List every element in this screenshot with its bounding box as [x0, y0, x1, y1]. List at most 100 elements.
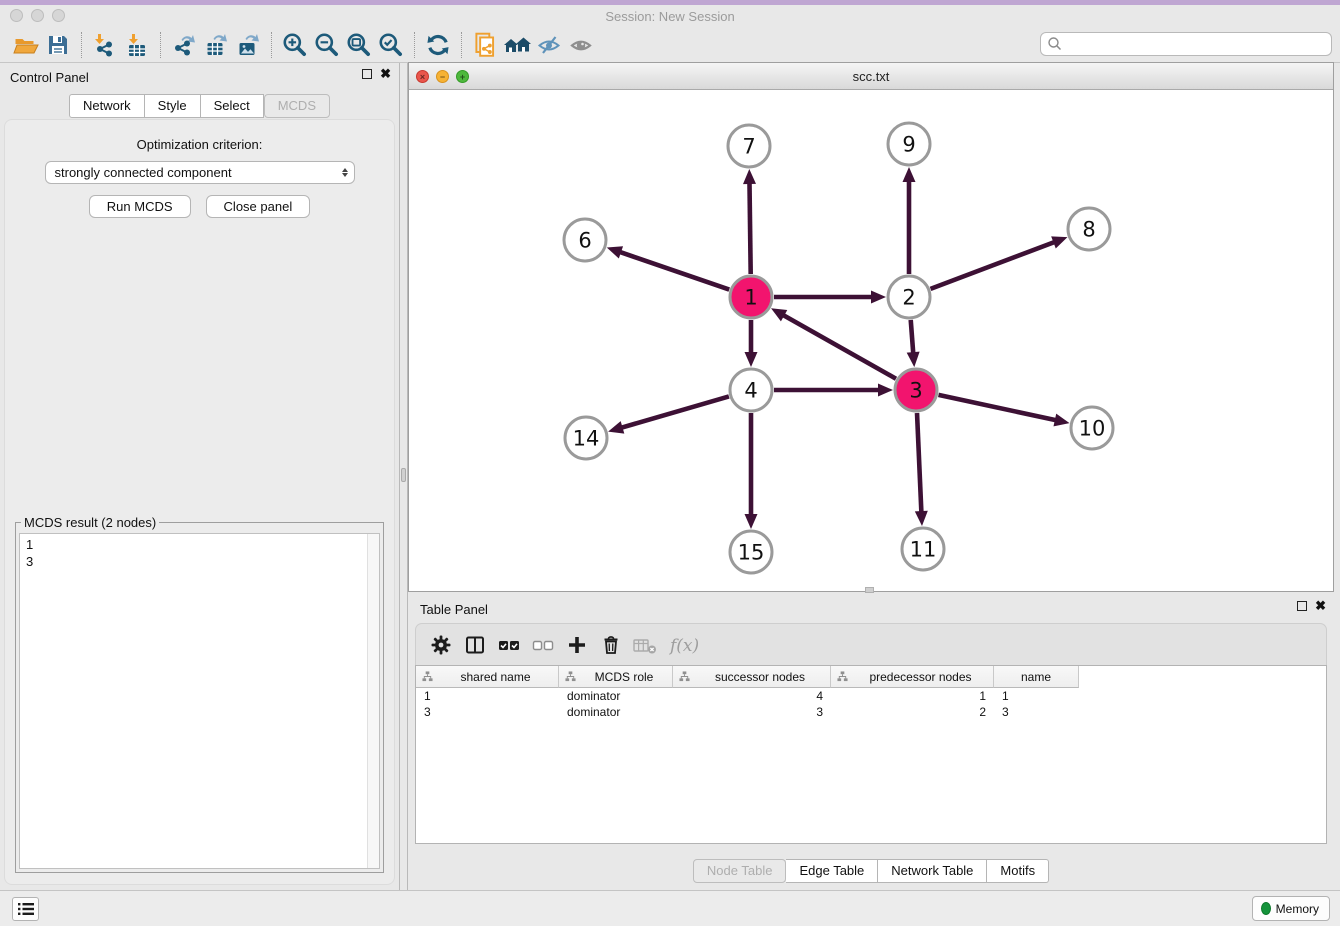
- zoom-fit-button[interactable]: [343, 30, 375, 60]
- table-cell[interactable]: 1: [416, 688, 559, 704]
- first-neighbors-button[interactable]: [501, 30, 533, 60]
- column-header-predecessor-nodes[interactable]: predecessor nodes: [831, 666, 994, 688]
- search-box[interactable]: [1040, 32, 1332, 56]
- tab-mcds[interactable]: MCDS: [264, 94, 330, 118]
- status-bar: Memory: [0, 890, 1340, 926]
- node-label: 11: [910, 538, 937, 562]
- tab-network[interactable]: Network: [69, 94, 145, 118]
- edge-2-8[interactable]: [931, 242, 1056, 289]
- delete-table-button[interactable]: [630, 630, 660, 660]
- graph-node-10[interactable]: 10: [1071, 407, 1113, 449]
- graph-node-11[interactable]: 11: [902, 528, 944, 570]
- open-file-button[interactable]: [10, 30, 42, 60]
- table-row[interactable]: 3dominator323: [416, 704, 1326, 720]
- splitter-handle[interactable]: [401, 468, 406, 482]
- graph-node-6[interactable]: 6: [564, 219, 606, 261]
- search-input[interactable]: [1063, 35, 1331, 53]
- zoom-selected-button[interactable]: [375, 30, 407, 60]
- import-network-button[interactable]: [89, 30, 121, 60]
- eye-slash-icon: [535, 32, 563, 58]
- table-cell[interactable]: 2: [831, 704, 994, 720]
- zoom-fit-icon: [345, 31, 373, 59]
- column-header-MCDS-role[interactable]: MCDS role: [559, 666, 673, 688]
- graph-node-1[interactable]: 1: [730, 276, 772, 318]
- table-row[interactable]: 1dominator411: [416, 688, 1326, 704]
- tab-node-table[interactable]: Node Table: [693, 859, 787, 883]
- save-session-button[interactable]: [42, 30, 74, 60]
- table-cell[interactable]: 4: [673, 688, 831, 704]
- result-scrollbar[interactable]: [367, 534, 379, 868]
- show-all-button[interactable]: [565, 30, 597, 60]
- graph-node-2[interactable]: 2: [888, 276, 930, 318]
- criterion-select[interactable]: strongly connected component: [45, 161, 355, 184]
- table-settings-button[interactable]: [426, 630, 456, 660]
- canvas-splitter-handle[interactable]: [865, 587, 874, 593]
- table-cell[interactable]: 1: [831, 688, 994, 704]
- tab-edge-table[interactable]: Edge Table: [786, 859, 878, 883]
- mcds-result-line: 1: [26, 536, 379, 553]
- graph-node-3[interactable]: 3: [895, 369, 937, 411]
- edge-1-6[interactable]: [619, 252, 729, 290]
- network-window-titlebar[interactable]: × − + scc.txt: [409, 63, 1333, 90]
- table-cell[interactable]: 3: [994, 704, 1079, 720]
- edge-1-7[interactable]: [749, 182, 750, 274]
- show-column-panel-button[interactable]: [460, 630, 490, 660]
- edge-3-10[interactable]: [938, 395, 1056, 421]
- unselect-all-columns-button[interactable]: [528, 630, 558, 660]
- graph-node-14[interactable]: 14: [565, 417, 607, 459]
- graph-node-4[interactable]: 4: [730, 369, 772, 411]
- delete-table-icon: [632, 634, 658, 656]
- table-cell[interactable]: 3: [673, 704, 831, 720]
- graph-node-15[interactable]: 15: [730, 531, 772, 573]
- export-image-button[interactable]: [232, 30, 264, 60]
- run-mcds-button[interactable]: Run MCDS: [89, 195, 191, 218]
- export-network-button[interactable]: [168, 30, 200, 60]
- function-builder-button[interactable]: f(x): [664, 630, 708, 660]
- task-history-button[interactable]: [12, 897, 39, 921]
- toolbar-separator: [81, 32, 82, 58]
- table-cell[interactable]: 1: [994, 688, 1079, 704]
- zoom-selected-icon: [377, 31, 405, 59]
- select-all-columns-button[interactable]: [494, 630, 524, 660]
- graph-node-8[interactable]: 8: [1068, 208, 1110, 250]
- network-canvas[interactable]: 1 2 3 4 6 7 8 9 10 11 14 15: [409, 90, 1333, 591]
- export-table-button[interactable]: [200, 30, 232, 60]
- graph-node-7[interactable]: 7: [728, 125, 770, 167]
- new-network-from-selection-button[interactable]: [469, 30, 501, 60]
- zoom-in-button[interactable]: [279, 30, 311, 60]
- node-label: 9: [902, 133, 915, 157]
- edge-3-1[interactable]: [782, 315, 896, 379]
- table-cell[interactable]: dominator: [559, 688, 673, 704]
- vertical-splitter[interactable]: [399, 63, 408, 890]
- close-panel-button[interactable]: Close panel: [206, 195, 311, 218]
- optimization-criterion-label: Optimization criterion:: [137, 137, 263, 152]
- tab-style[interactable]: Style: [145, 94, 201, 118]
- close-panel-icon[interactable]: ✖: [380, 69, 391, 79]
- tab-network-table[interactable]: Network Table: [878, 859, 987, 883]
- import-table-button[interactable]: [121, 30, 153, 60]
- memory-button[interactable]: Memory: [1252, 896, 1330, 921]
- hide-selected-button[interactable]: [533, 30, 565, 60]
- graph-node-9[interactable]: 9: [888, 123, 930, 165]
- refresh-layout-button[interactable]: [422, 30, 454, 60]
- float-panel-icon[interactable]: [362, 69, 372, 79]
- column-header-successor-nodes[interactable]: successor nodes: [673, 666, 831, 688]
- float-table-panel-icon[interactable]: [1297, 601, 1307, 611]
- tab-motifs[interactable]: Motifs: [987, 859, 1049, 883]
- create-column-button[interactable]: [562, 630, 592, 660]
- column-header-name[interactable]: name: [994, 666, 1079, 688]
- tab-select[interactable]: Select: [201, 94, 264, 118]
- table-panel: Table Panel ✖: [408, 595, 1334, 890]
- edge-2-3[interactable]: [911, 320, 914, 354]
- node-table[interactable]: shared nameMCDS rolesuccessor nodesprede…: [415, 665, 1327, 844]
- column-header-shared-name[interactable]: shared name: [416, 666, 559, 688]
- edge-4-14[interactable]: [621, 396, 729, 428]
- delete-column-button[interactable]: [596, 630, 626, 660]
- table-cell[interactable]: 3: [416, 704, 559, 720]
- mcds-result-list[interactable]: 13: [19, 533, 380, 869]
- close-table-panel-icon[interactable]: ✖: [1315, 601, 1326, 611]
- zoom-out-button[interactable]: [311, 30, 343, 60]
- network-graph[interactable]: 1 2 3 4 6 7 8 9 10 11 14 15: [409, 90, 1333, 591]
- table-cell[interactable]: dominator: [559, 704, 673, 720]
- edge-3-11[interactable]: [917, 413, 921, 513]
